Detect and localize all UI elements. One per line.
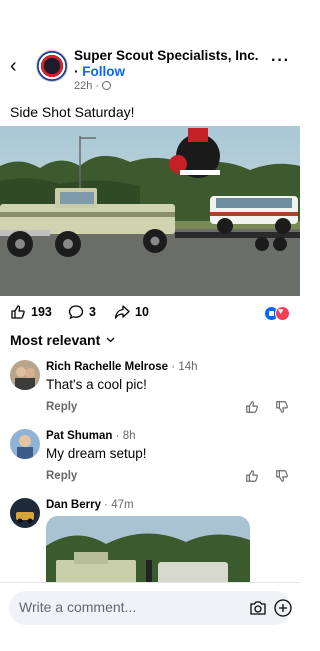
comment-age: 14h	[178, 361, 198, 373]
page-name-link[interactable]: Super Scout Specialists, Inc.	[74, 48, 259, 63]
like-count: 193	[31, 305, 52, 319]
separator-dot: ·	[74, 64, 79, 79]
commenter-name-link[interactable]: Dan Berry	[46, 499, 101, 511]
commenter-name: Dan Berry · 47m	[46, 498, 134, 512]
separator-dot: ·	[115, 430, 120, 442]
reply-button[interactable]: Reply	[46, 401, 77, 413]
like-action[interactable]: 193	[10, 304, 52, 320]
globe-icon	[102, 81, 112, 90]
post-stats-row: 193 3 10	[0, 304, 300, 324]
comment-text: My dream setup!	[46, 446, 147, 461]
avatar[interactable]	[10, 498, 40, 528]
comment-photo[interactable]	[46, 516, 250, 586]
share-action[interactable]: 10	[114, 304, 149, 320]
more-options-icon[interactable]: ···	[271, 52, 290, 70]
commenter-name: Pat Shuman · 8h	[46, 429, 136, 443]
comment-text: That's a cool pic!	[46, 377, 147, 392]
avatar[interactable]	[10, 429, 40, 459]
thumbs-down-icon[interactable]	[275, 469, 289, 483]
avatar-image	[10, 360, 40, 390]
post-photo-image	[0, 126, 300, 296]
separator-dot: ·	[104, 499, 109, 511]
comment-age: 8h	[122, 430, 136, 442]
chevron-down-icon	[106, 337, 115, 343]
sort-label: Most relevant	[10, 332, 101, 348]
reaction-summary[interactable]	[264, 306, 290, 321]
comment-count: 3	[89, 305, 96, 319]
post-photo[interactable]	[0, 126, 300, 296]
love-reaction-icon	[275, 306, 290, 321]
comment-age: 47m	[111, 499, 134, 511]
follow-button[interactable]: Follow	[82, 64, 125, 79]
comment-photo-image	[46, 516, 250, 586]
comment-bubble-icon	[68, 305, 84, 320]
comment-item: Dan Berry · 47m	[0, 498, 300, 588]
avatar-image	[10, 498, 40, 528]
add-icon[interactable]	[274, 599, 292, 617]
share-count: 10	[135, 305, 149, 319]
comment-item: Pat Shuman · 8h My dream setup! Reply	[0, 429, 300, 489]
commenter-name-link[interactable]: Pat Shuman	[46, 430, 112, 442]
comment-item: Rich Rachelle Melrose · 14h That's a coo…	[0, 360, 300, 420]
comment-sort-dropdown[interactable]: Most relevant	[10, 332, 115, 348]
thumbs-up-icon[interactable]	[245, 469, 259, 483]
comment-placeholder: Write a comment...	[19, 599, 137, 615]
post-caption: Side Shot Saturday!	[10, 104, 135, 120]
post-time[interactable]: 22h	[74, 80, 92, 92]
separator-dot: ·	[171, 361, 176, 373]
thumbs-down-icon[interactable]	[275, 400, 289, 414]
thumbs-up-icon[interactable]	[245, 400, 259, 414]
comment-input[interactable]: Write a comment...	[9, 591, 292, 625]
page-name: Super Scout Specialists, Inc. · Follow	[74, 48, 264, 80]
post-meta: 22h ·	[74, 80, 112, 92]
camera-icon[interactable]	[249, 600, 267, 616]
share-arrow-icon	[114, 305, 130, 319]
commenter-name: Rich Rachelle Melrose · 14h	[46, 360, 198, 374]
avatar-image	[10, 429, 40, 459]
avatar[interactable]	[10, 360, 40, 390]
back-arrow-icon[interactable]: ‹	[10, 56, 26, 76]
post-header: ‹ Super Scout Specialists, Inc. · Follow…	[0, 46, 300, 92]
comment-composer-bar: Write a comment...	[0, 582, 300, 651]
meta-separator: ·	[95, 80, 100, 92]
comment-action[interactable]: 3	[68, 304, 96, 320]
page-avatar[interactable]	[36, 50, 68, 82]
reply-button[interactable]: Reply	[46, 470, 77, 482]
thumbs-up-icon	[11, 305, 25, 319]
commenter-name-link[interactable]: Rich Rachelle Melrose	[46, 361, 168, 373]
